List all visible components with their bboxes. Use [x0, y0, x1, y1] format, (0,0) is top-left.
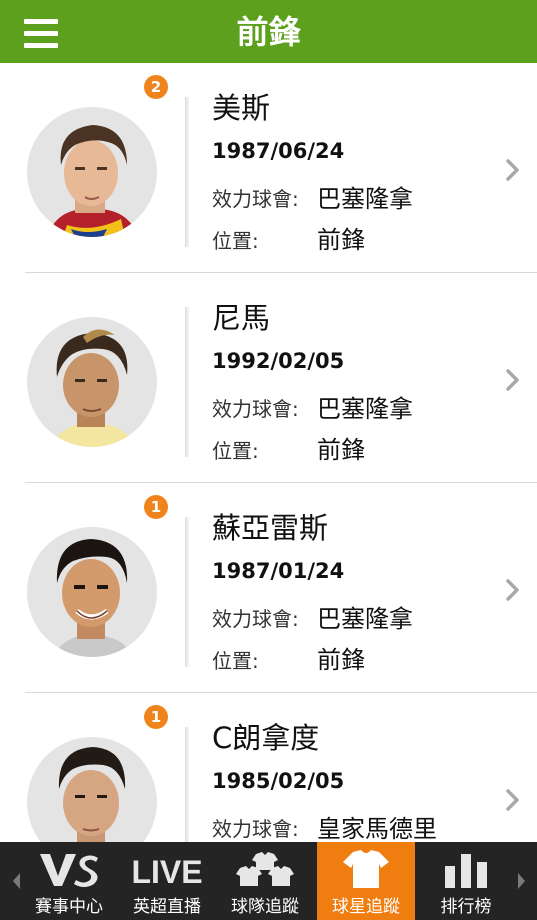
club-label: 效力球會:: [212, 397, 299, 421]
tab-label: 賽事中心: [35, 897, 103, 917]
player-row-suarez[interactable]: 1 蘇亞雷斯 1987/01/24 效力球會: 巴塞隆拿 位置: 前鋒: [0, 483, 537, 693]
tab-match-center[interactable]: 賽事中心: [20, 842, 118, 920]
player-birthdate: 1987/01/24: [212, 559, 345, 583]
player-club: 皇家馬德里: [317, 815, 437, 842]
notification-badge: 1: [144, 705, 168, 729]
chevron-right-icon: [506, 369, 519, 391]
player-avatar: [27, 317, 157, 447]
tab-label: 球星追蹤: [332, 897, 400, 917]
player-avatar: [27, 107, 157, 237]
vs-icon: [40, 854, 98, 887]
bar-chart-icon: [445, 854, 487, 888]
club-label: 效力球會:: [212, 607, 299, 631]
tab-label: 球隊追蹤: [231, 897, 299, 917]
live-icon: LIVE: [131, 854, 202, 888]
player-row-ronaldo[interactable]: 1 C朗拿度 1985/02/05 效力球會: 皇家馬德里 位置: 前鋒: [0, 693, 537, 842]
player-name: 蘇亞雷斯: [212, 511, 329, 545]
tab-label: 排行榜: [440, 897, 492, 917]
vertical-divider: [185, 517, 189, 667]
club-label: 效力球會:: [212, 187, 299, 211]
tab-team-tracking[interactable]: 球隊追蹤: [216, 842, 314, 920]
notification-badge: 1: [144, 495, 168, 519]
chevron-right-icon: [506, 579, 519, 601]
position-label: 位置:: [212, 649, 259, 673]
team-icon: [236, 852, 294, 886]
club-label: 效力球會:: [212, 817, 299, 841]
player-position: 前鋒: [317, 226, 365, 254]
scroll-right-icon[interactable]: [512, 842, 532, 920]
chevron-right-icon: [506, 789, 519, 811]
player-name: 美斯: [212, 91, 271, 125]
vertical-divider: [185, 307, 189, 457]
player-name: 尼馬: [212, 301, 271, 335]
player-list[interactable]: 2 美斯 1987/06/24 效力球會: 巴塞隆拿 位置: 前鋒 尼馬 199…: [0, 63, 537, 842]
shirt-icon: [343, 850, 389, 888]
player-name: C朗拿度: [212, 721, 320, 755]
tab-player-tracking[interactable]: 球星追蹤: [317, 842, 415, 920]
vertical-divider: [185, 97, 189, 247]
player-club: 巴塞隆拿: [317, 605, 413, 633]
position-label: 位置:: [212, 229, 259, 253]
bottom-tab-bar: 賽事中心 LIVE 英超直播 球隊追蹤 球星追蹤 排行榜: [0, 842, 537, 920]
app-header: 前鋒: [0, 0, 537, 63]
tab-label: 英超直播: [133, 897, 201, 917]
position-label: 位置:: [212, 439, 259, 463]
player-position: 前鋒: [317, 436, 365, 464]
player-avatar: [27, 737, 157, 842]
page-title: 前鋒: [236, 13, 301, 51]
player-birthdate: 1985/02/05: [212, 769, 345, 793]
player-club: 巴塞隆拿: [317, 185, 413, 213]
tab-rankings[interactable]: 排行榜: [417, 842, 515, 920]
chevron-right-icon: [506, 159, 519, 181]
player-birthdate: 1987/06/24: [212, 139, 345, 163]
notification-badge: 2: [144, 75, 168, 99]
tab-live[interactable]: LIVE 英超直播: [118, 842, 216, 920]
player-birthdate: 1992/02/05: [212, 349, 345, 373]
player-avatar: [27, 527, 157, 657]
player-row-messi[interactable]: 2 美斯 1987/06/24 效力球會: 巴塞隆拿 位置: 前鋒: [0, 63, 537, 273]
vertical-divider: [185, 727, 189, 842]
player-club: 巴塞隆拿: [317, 395, 413, 423]
player-row-neymar[interactable]: 尼馬 1992/02/05 效力球會: 巴塞隆拿 位置: 前鋒: [0, 273, 537, 483]
svg-text:LIVE: LIVE: [131, 854, 202, 888]
player-position: 前鋒: [317, 646, 365, 674]
